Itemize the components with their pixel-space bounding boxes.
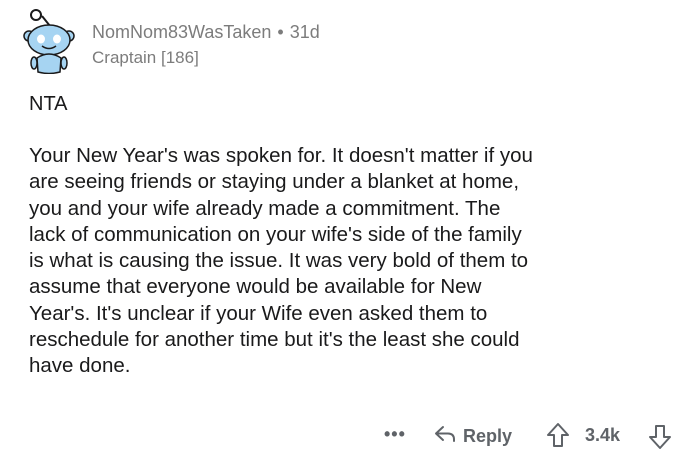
comment-body-line: Your New Year's was spoken for. It doesn… xyxy=(29,144,533,167)
upvote-arrow-icon[interactable] xyxy=(546,422,570,448)
comment-body-line: Year's. It's unclear if your Wife even a… xyxy=(29,301,488,325)
reply-arrow-icon xyxy=(433,422,457,451)
comment-actions: ••• Reply 3.4k xyxy=(0,418,700,454)
user-flair: Craptain [186] xyxy=(92,48,199,67)
comment-age[interactable]: 31d xyxy=(290,22,320,42)
comment-meta: NomNom83WasTaken • 31d xyxy=(92,20,320,44)
comment-body-line: are seeing friends or staying under a bl… xyxy=(29,170,520,194)
comment-body-line: assume that everyone would be available … xyxy=(29,275,482,299)
snoo-avatar-icon[interactable] xyxy=(22,8,76,75)
downvote-arrow-icon[interactable] xyxy=(648,424,672,450)
comment-body-line: reschedule for another time but it's the… xyxy=(29,328,520,352)
reply-button[interactable]: Reply xyxy=(433,422,512,451)
comment-body: Your New Year's was spoken for. It doesn… xyxy=(29,143,684,380)
meta-separator: • xyxy=(277,22,284,42)
author-name[interactable]: NomNom83WasTaken xyxy=(92,22,271,42)
reply-label: Reply xyxy=(463,426,513,446)
comment-title: NTA xyxy=(29,93,68,115)
more-options-icon[interactable]: ••• xyxy=(384,424,406,445)
comment-body-line: is what is causing the issue. It was ver… xyxy=(29,249,529,273)
comment-body-line: lack of communication on your wife's sid… xyxy=(29,222,522,246)
comment-body-line: you and your wife already made a commitm… xyxy=(29,196,501,220)
comment-body-line: have done. xyxy=(29,354,131,378)
vote-score: 3.4k xyxy=(585,425,621,445)
comment: NomNom83WasTaken • 31d Craptain [186] NTA … xyxy=(0,0,700,468)
